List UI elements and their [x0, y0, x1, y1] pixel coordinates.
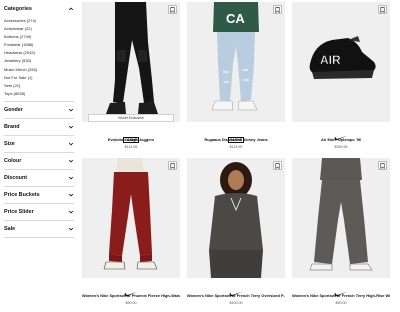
category-item[interactable]: Music Merch (250) [4, 66, 74, 74]
facet-title: Size [4, 140, 15, 147]
facet-size[interactable]: Size [4, 136, 74, 153]
product-image[interactable]: AIR [292, 2, 390, 122]
chevron-down-icon [68, 210, 74, 214]
chevron-down-icon [68, 125, 74, 129]
product-price: $90.00 [335, 301, 347, 305]
brand-logo [187, 284, 285, 296]
category-item[interactable]: Tops (8038) [4, 90, 74, 98]
wishlist-icon[interactable] [378, 5, 387, 14]
facet-colour[interactable]: Colour [4, 153, 74, 170]
facet-title: Price Buckets [4, 191, 40, 198]
facet-title: Discount [4, 174, 28, 181]
category-list: Accessories (274) Activewear (22) Bottom… [4, 17, 74, 102]
chevron-down-icon [68, 159, 74, 163]
category-item[interactable]: Footwear (1586) [4, 41, 74, 49]
product-image[interactable]: CA [187, 2, 285, 122]
facet-discount[interactable]: Discount [4, 170, 74, 187]
facet-title: Sale [4, 225, 16, 232]
wishlist-icon[interactable] [273, 5, 282, 14]
category-item[interactable]: Accessories (274) [4, 17, 74, 25]
brand-logo [292, 128, 390, 140]
chevron-down-icon [68, 193, 74, 197]
product-name[interactable]: Evolution Cargo Joggers [82, 137, 180, 142]
facet-title: Colour [4, 157, 22, 164]
svg-text:CA: CA [226, 11, 245, 26]
wishlist-icon[interactable] [168, 161, 177, 170]
facet-categories[interactable]: Categories [4, 1, 74, 17]
product-name[interactable]: Rugaaus Distressed Skinny Jeans [187, 137, 285, 142]
facet-sale[interactable]: Sale [4, 221, 74, 238]
product-price: $100.00 [229, 301, 243, 305]
wishlist-icon[interactable] [168, 5, 177, 14]
product-name[interactable]: Women's Nike Sportswear Phoenix Fleece H… [82, 293, 180, 298]
wishlist-icon[interactable] [273, 161, 282, 170]
product-price: $114.95 [124, 145, 138, 149]
facet-title: Categories [4, 6, 32, 12]
chevron-down-icon [68, 142, 74, 146]
chevron-down-icon [68, 227, 74, 231]
facet-title: Brand [4, 123, 20, 130]
category-item[interactable]: Bottoms (2749) [4, 33, 74, 41]
facet-price-buckets[interactable]: Price Buckets [4, 187, 74, 204]
wishlist-icon[interactable] [378, 161, 387, 170]
product-price: $359.95 [334, 145, 348, 149]
product-image[interactable] [292, 158, 390, 278]
product-name[interactable]: Women's Nike Sportswear French Terry Ove… [187, 293, 285, 298]
product-name[interactable]: Women's Nike Sportswear French Terry Hig… [292, 293, 390, 298]
facet-title: Gender [4, 106, 23, 113]
svg-text:AIR: AIR [320, 53, 341, 67]
category-item[interactable]: Headwear (2049) [4, 49, 74, 57]
brand-logo: CASHE [187, 128, 285, 143]
category-item[interactable]: Sets (22) [4, 82, 74, 90]
category-item[interactable]: Jewellery (530) [4, 57, 74, 65]
brand-logo [292, 284, 390, 296]
category-item[interactable]: Activewear (22) [4, 25, 74, 33]
product-price: $119.95 [229, 145, 243, 149]
filter-sidebar: Categories Accessories (274) Activewear … [4, 0, 74, 312]
facet-gender[interactable]: Gender [4, 102, 74, 119]
facet-price-slider[interactable]: Price Slider [4, 204, 74, 221]
facet-title: Price Slider [4, 208, 34, 215]
chevron-down-icon [68, 108, 74, 112]
product-badge: World Exclusive [88, 114, 174, 122]
brand-logo: CASHE [82, 128, 180, 143]
chevron-down-icon [68, 176, 74, 180]
category-item[interactable]: Not For Sale (1) [4, 74, 74, 82]
chevron-up-icon [68, 7, 74, 11]
product-image[interactable]: World Exclusive [82, 2, 180, 122]
product-image[interactable] [82, 158, 180, 278]
facet-brand[interactable]: Brand [4, 119, 74, 136]
product-image[interactable] [187, 158, 285, 278]
product-price: $90.00 [125, 301, 137, 305]
brand-logo [82, 284, 180, 296]
product-name[interactable]: Air More Uptempo '96 [292, 137, 390, 142]
